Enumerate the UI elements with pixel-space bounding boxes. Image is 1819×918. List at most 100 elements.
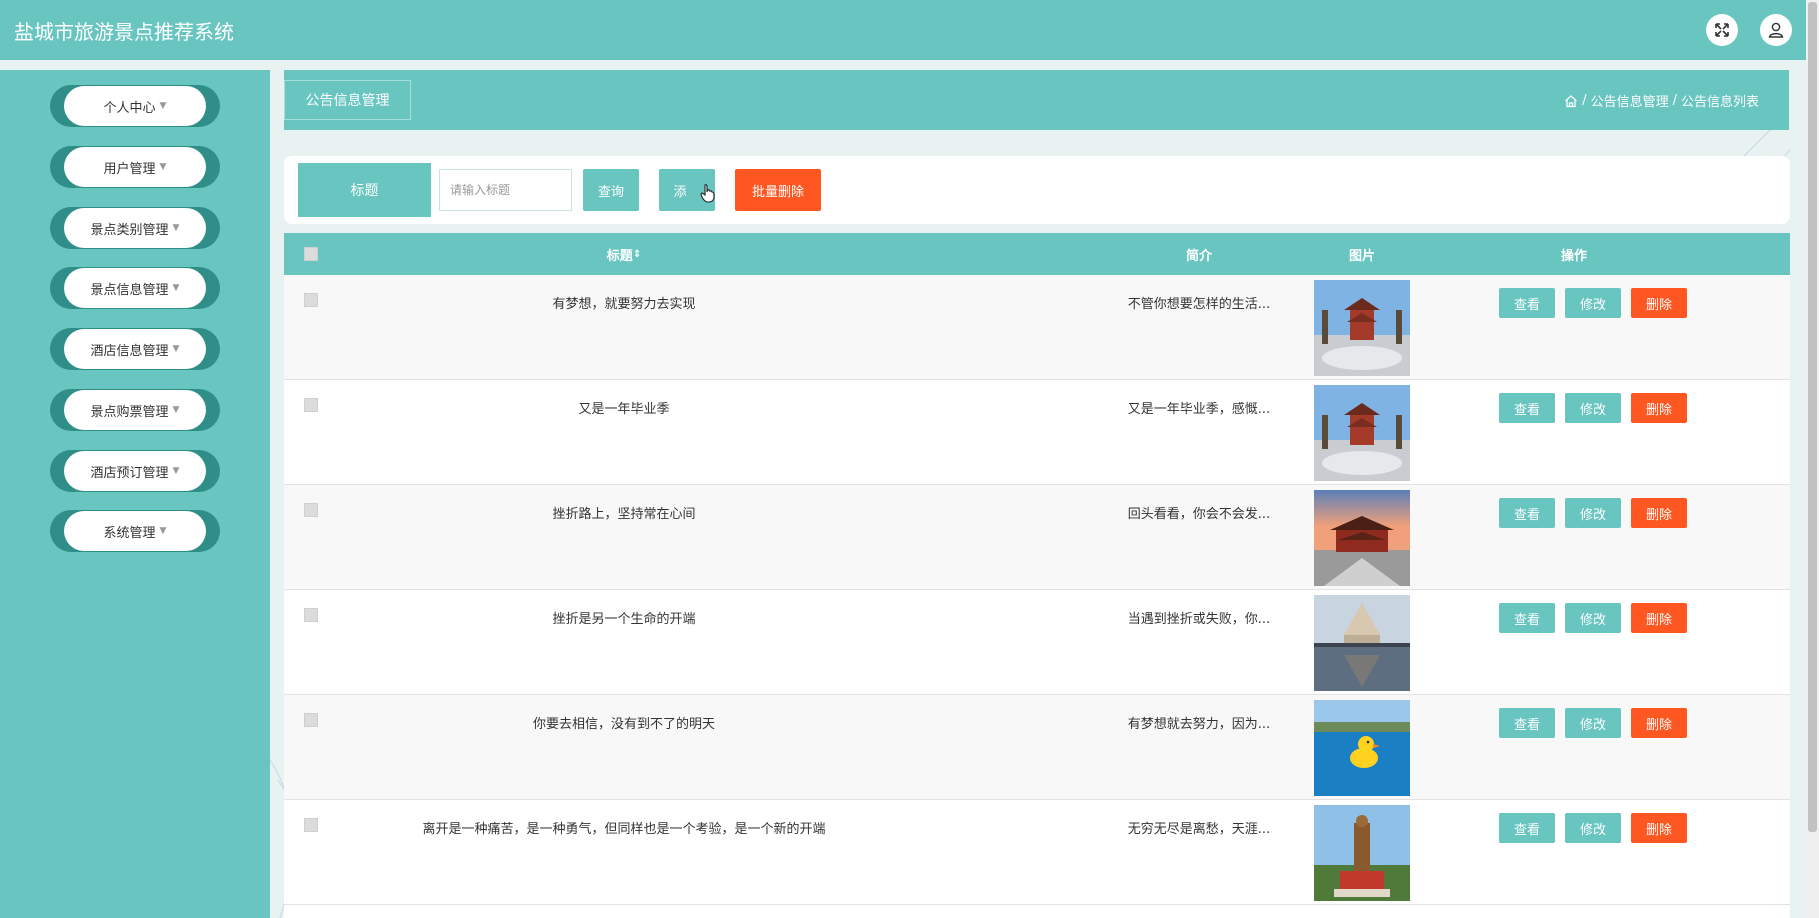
view-button[interactable]: 查看 [1499,708,1555,738]
view-button[interactable]: 查看 [1499,813,1555,843]
user-icon [1768,22,1784,38]
breadcrumb: / 公告信息管理 / 公告信息列表 [1564,91,1759,110]
page-title: 公告信息管理 [284,80,411,120]
row-title: 挫折是另一个生命的开端 [552,612,696,627]
row-summary: 不管你想要怎样的生活... [1127,297,1271,312]
breadcrumb-separator: / [1672,93,1677,108]
row-title: 有梦想，就要努力去实现 [552,297,696,312]
edit-button[interactable]: 修改 [1565,708,1621,738]
caret-down-icon: ▼ [172,344,180,354]
caret-down-icon: ▼ [159,162,167,172]
sidebar-item-user-management[interactable]: 用户管理 ▼ [50,146,220,188]
row-checkbox[interactable] [304,398,318,412]
row-image-pavilion-reflection[interactable] [1314,595,1410,691]
delete-button[interactable]: 删除 [1631,813,1687,843]
vertical-scrollbar[interactable] [1806,0,1819,918]
row-checkbox[interactable] [304,293,318,307]
delete-button[interactable]: 删除 [1631,708,1687,738]
table-row: 你要去相信，没有到不了的明天 有梦想就去努力，因为... 查看 修改 删除 [284,695,1790,800]
delete-button[interactable]: 删除 [1631,393,1687,423]
row-image-buddha-statue[interactable] [1314,805,1410,901]
sidebar-item-label: 景点类别管理 [90,222,169,238]
row-checkbox[interactable] [304,713,318,727]
row-title: 又是一年毕业季 [578,402,670,417]
caret-down-icon: ▼ [159,526,167,536]
row-summary: 当遇到挫折或失败，你... [1127,612,1271,627]
sidebar-item-scenic-info[interactable]: 景点信息管理 ▼ [50,267,220,309]
row-checkbox[interactable] [304,818,318,832]
sidebar-item-label: 酒店信息管理 [90,343,169,359]
table-row: 离开是一种痛苦，是一种勇气，但同样也是一个考验，是一个新的开端 无穷无尽是离愁，… [284,800,1790,905]
sidebar-item-label: 用户管理 [103,161,156,177]
page-header: 公告信息管理 / 公告信息管理 / 公告信息列表 [284,70,1789,130]
table-header: 标题 ⇕ 简介 图片 操作 [284,233,1790,275]
delete-button[interactable]: 删除 [1631,498,1687,528]
search-panel: 标题 查询 添 批量删除 [284,156,1790,224]
sidebar-item-system-management[interactable]: 系统管理 ▼ [50,510,220,552]
sidebar-item-label: 酒店预订管理 [90,465,169,481]
fullscreen-button[interactable] [1706,14,1738,46]
row-title: 离开是一种痛苦，是一种勇气，但同样也是一个考验，是一个新的开端 [422,822,826,837]
delete-button[interactable]: 删除 [1631,603,1687,633]
scrollbar-thumb[interactable] [1808,2,1817,832]
top-navbar: 盐城市旅游景点推荐系统 [0,0,1806,60]
caret-down-icon: ▼ [172,283,180,293]
sidebar-item-category-management[interactable]: 景点类别管理 ▼ [50,207,220,249]
row-image-temple-pagoda[interactable] [1314,385,1410,481]
row-image-pool-duck[interactable] [1314,700,1410,796]
view-button[interactable]: 查看 [1499,603,1555,633]
edit-button[interactable]: 修改 [1565,288,1621,318]
breadcrumb-separator: / [1582,93,1587,108]
edit-button[interactable]: 修改 [1565,813,1621,843]
add-button-label: 添 [673,184,687,200]
table-row: 挫折是另一个生命的开端 当遇到挫折或失败，你... 查看 修改 删除 [284,590,1790,695]
select-all-checkbox[interactable] [304,247,318,261]
query-button[interactable]: 查询 [583,169,639,211]
sidebar: 个人中心 ▼ 用户管理 ▼ 景点类别管理 ▼ 景点信息管理 ▼ 酒店信息管理 ▼… [0,70,270,918]
sidebar-item-label: 个人中心 [103,100,156,116]
table-row: 挫折路上，坚持常在心间 回头看看，你会不会发... 查看 修改 删除 [284,485,1790,590]
row-summary: 无穷无尽是离愁，天涯... [1127,822,1271,837]
row-title: 你要去相信，没有到不了的明天 [532,717,715,732]
breadcrumb-item-notice-management[interactable]: 公告信息管理 [1591,91,1669,110]
row-title: 挫折路上，坚持常在心间 [552,507,696,522]
main-content: 公告信息管理 / 公告信息管理 / 公告信息列表 标题 查询 添 批量删除 标题… [270,60,1806,918]
column-header-actions: 操作 [1560,248,1587,264]
view-button[interactable]: 查看 [1499,393,1555,423]
row-image-temple-pagoda[interactable] [1314,280,1410,376]
sidebar-item-hotel-info[interactable]: 酒店信息管理 ▼ [50,328,220,370]
batch-delete-button[interactable]: 批量删除 [735,169,821,211]
row-checkbox[interactable] [304,608,318,622]
edit-button[interactable]: 修改 [1565,603,1621,633]
sidebar-item-label: 系统管理 [103,525,156,541]
sidebar-item-label: 景点信息管理 [90,282,169,298]
app-title: 盐城市旅游景点推荐系统 [14,19,234,44]
delete-button[interactable]: 删除 [1631,288,1687,318]
sidebar-item-ticket-management[interactable]: 景点购票管理 ▼ [50,389,220,431]
sidebar-item-hotel-booking[interactable]: 酒店预订管理 ▼ [50,450,220,492]
notice-table: 标题 ⇕ 简介 图片 操作 有梦想，就要努力去实现 不管你想要怎样的生活... 查… [284,233,1790,918]
row-summary: 回头看看，你会不会发... [1127,507,1271,522]
top-icons [1706,14,1792,46]
sidebar-item-personal-center[interactable]: 个人中心 ▼ [50,85,220,127]
row-checkbox[interactable] [304,503,318,517]
breadcrumb-item-notice-list: 公告信息列表 [1680,95,1759,110]
column-header-image: 图片 [1348,248,1375,264]
title-search-input[interactable] [439,169,572,211]
column-header-summary: 简介 [1185,248,1212,264]
table-row: 又是一年毕业季 又是一年毕业季，感慨... 查看 修改 删除 [284,380,1790,485]
edit-button[interactable]: 修改 [1565,498,1621,528]
table-row: 有梦想，就要努力去实现 不管你想要怎样的生活... 查看 修改 删除 [284,275,1790,380]
column-header-title[interactable]: 标题 ⇕ [524,233,724,275]
caret-down-icon: ▼ [172,223,180,233]
row-image-temple-sunset[interactable] [1314,490,1410,586]
hand-cursor-icon [700,184,715,203]
user-button[interactable] [1760,14,1792,46]
view-button[interactable]: 查看 [1499,288,1555,318]
sidebar-item-label: 景点购票管理 [90,404,169,420]
edit-button[interactable]: 修改 [1565,393,1621,423]
view-button[interactable]: 查看 [1499,498,1555,528]
add-button[interactable]: 添 [659,169,715,211]
home-icon[interactable] [1564,94,1578,108]
sort-icon[interactable]: ⇕ [633,249,641,260]
